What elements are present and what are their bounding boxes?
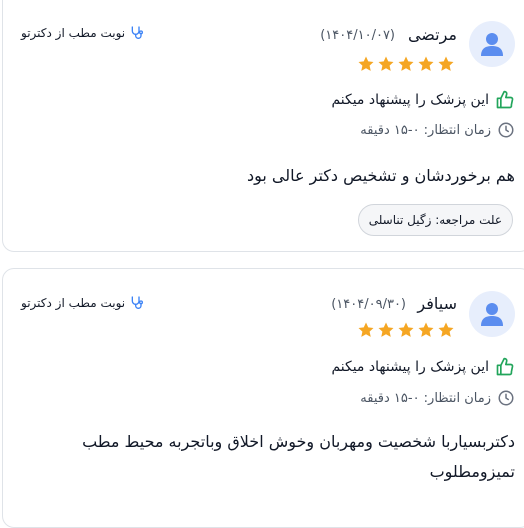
thumbs-up-icon: [496, 90, 514, 109]
wait-time-text: زمان انتظار: ۰-۱۵ دقیقه: [360, 122, 491, 138]
star-icon: [418, 322, 434, 337]
visit-reason-chip: علت مراجعه: زگیل تناسلی: [357, 204, 513, 236]
recommend-row: این پزشک را پیشنهاد میکنم: [331, 90, 515, 110]
review-date: (۱۴۰۴/۰۹/۳۰): [331, 297, 406, 312]
review-card: مرتضی (۱۴۰۴/۱۰/۰۷) نوبت مطب از دکترتو ای…: [2, 0, 524, 252]
booking-source: نوبت مطب از دکترتو: [21, 295, 145, 311]
wait-time-row: زمان انتظار: ۰-۱۵ دقیقه: [360, 121, 515, 139]
star-icon: [358, 56, 374, 71]
wait-time-text: زمان انتظار: ۰-۱۵ دقیقه: [360, 390, 491, 406]
star-icon: [398, 322, 414, 337]
review-comment: دکتربسیاربا شخصیت ومهربان وخوش اخلاق وبا…: [82, 432, 515, 481]
star-icon: [378, 56, 394, 71]
user-avatar: [469, 291, 515, 337]
user-icon: [481, 303, 503, 326]
star-icon: [398, 56, 414, 71]
reviewer-name: مرتضی: [407, 25, 457, 44]
clock-icon: [498, 390, 514, 406]
booking-source-label: نوبت مطب از دکترتو: [21, 296, 126, 310]
user-icon: [481, 33, 503, 56]
stethoscope-icon: [131, 26, 144, 39]
recommend-text: این پزشک را پیشنهاد میکنم: [331, 359, 489, 375]
review-date: (۱۴۰۴/۱۰/۰۷): [320, 28, 395, 43]
review-comment: هم برخوردشان و تشخیص دکتر عالی بود: [246, 166, 515, 185]
clock-icon: [498, 122, 514, 138]
recommend-row: این پزشک را پیشنهاد میکنم: [331, 357, 515, 377]
thumbs-up-icon: [496, 357, 514, 376]
booking-source: نوبت مطب از دکترتو: [21, 25, 145, 41]
wait-time-row: زمان انتظار: ۰-۱۵ دقیقه: [360, 389, 515, 407]
star-icon: [438, 322, 454, 337]
star-icon: [438, 56, 454, 71]
booking-source-label: نوبت مطب از دکترتو: [21, 26, 126, 40]
rating-stars: [357, 321, 455, 339]
star-icon: [358, 322, 374, 337]
user-avatar: [469, 21, 515, 67]
rating-stars: [357, 55, 455, 73]
stethoscope-icon: [131, 296, 144, 309]
reviewer-name: سیافر: [417, 294, 457, 313]
star-icon: [418, 56, 434, 71]
recommend-text: این پزشک را پیشنهاد میکنم: [331, 92, 489, 108]
star-icon: [378, 322, 394, 337]
review-card: سیافر (۱۴۰۴/۰۹/۳۰) نوبت مطب از دکترتو ای…: [2, 268, 524, 528]
